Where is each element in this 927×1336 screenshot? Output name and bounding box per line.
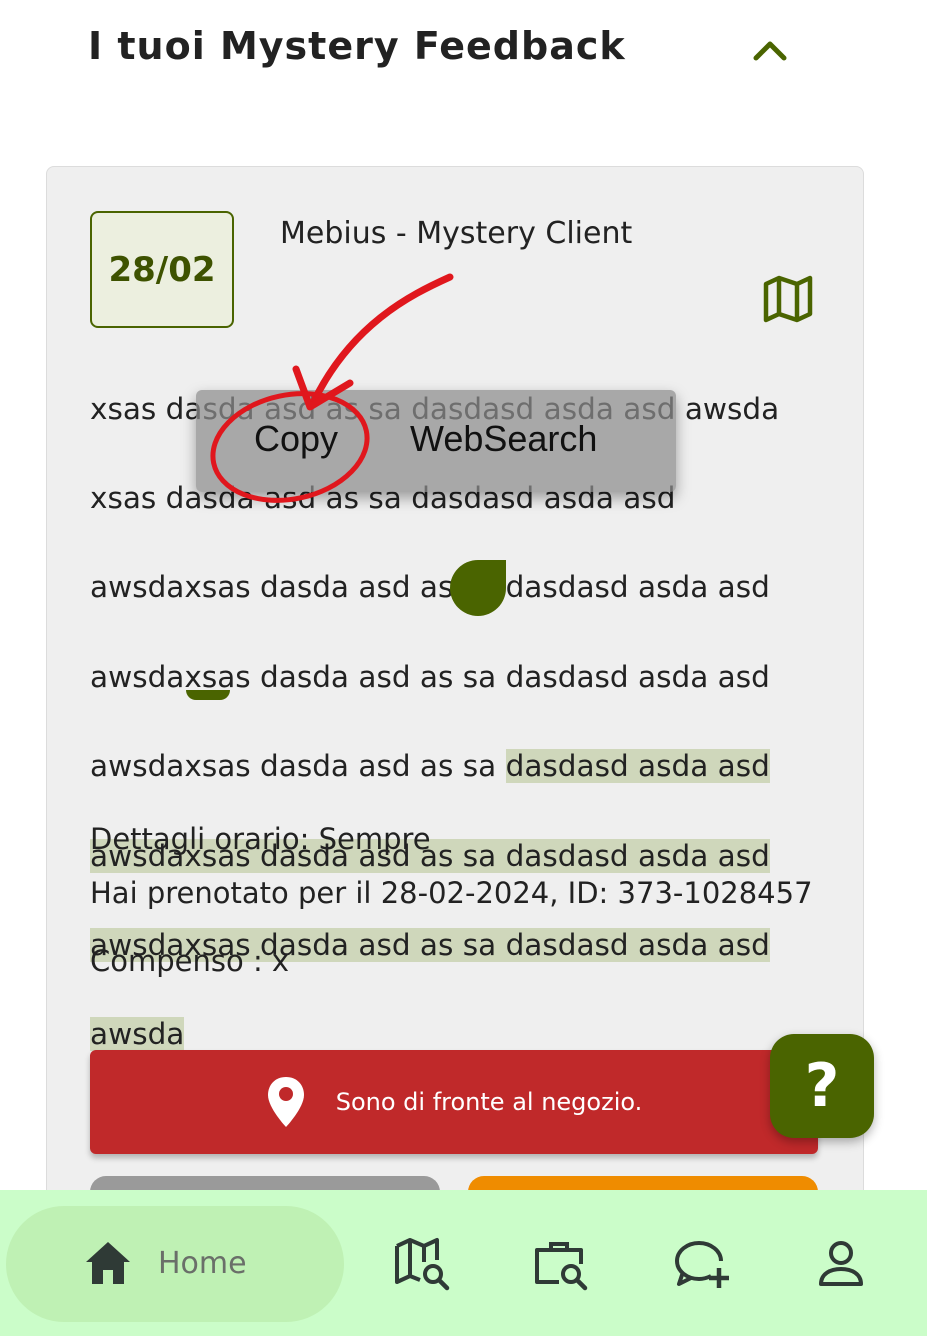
home-icon [86,1242,130,1284]
description-text: awsdaxsas dasda asd as sa [90,749,506,784]
booking-info: Hai prenotato per il 28-02-2024, ID: 373… [90,876,813,910]
client-name: Mebius - Mystery Client [280,216,633,251]
chat-add-icon[interactable] [673,1236,731,1294]
selection-handle[interactable] [186,690,230,700]
location-pin-icon [267,1077,304,1127]
map-search-icon[interactable] [394,1236,452,1294]
section-title: I tuoi Mystery Feedback [88,24,626,68]
selected-text: dasdasd asda asd [505,749,770,784]
selected-text: awsda [90,1017,185,1052]
briefcase-search-icon[interactable] [533,1236,591,1294]
compensation: Compenso : x [90,944,290,978]
description-line: awsdaxsas dasda asd as sa dasdasd asda a… [90,570,770,605]
at-store-button-label: Sono di fronte al negozio. [335,1088,643,1116]
profile-icon[interactable] [812,1236,870,1294]
map-icon[interactable] [763,274,813,324]
chevron-up-icon[interactable] [752,36,788,64]
red-annotation-arrow [210,273,454,503]
schedule-details: Dettagli orario: Sempre [90,822,431,856]
selection-handle[interactable] [450,560,506,616]
nav-home-label: Home [158,1246,247,1281]
help-button[interactable]: ? [770,1034,874,1138]
at-store-button[interactable]: Sono di fronte al negozio. [90,1050,818,1154]
description-line: awsdaxsas dasda asd as sa dasdasd asda a… [90,744,790,789]
